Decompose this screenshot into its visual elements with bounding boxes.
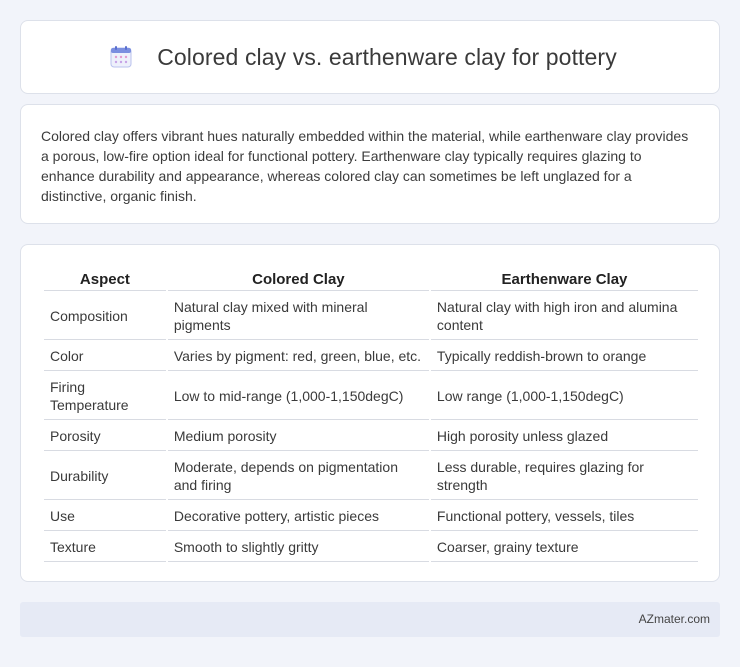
comparison-table: Aspect Colored Clay Earthenware Clay Com… [42, 265, 700, 564]
cell-earthenware-clay: High porosity unless glazed [430, 422, 698, 451]
cell-earthenware-clay: Typically reddish-brown to orange [430, 342, 698, 371]
header-aspect: Aspect [44, 267, 166, 291]
cell-aspect: Firing Temperature [44, 373, 166, 420]
cell-aspect: Composition [44, 293, 166, 340]
footer-brand: AZmater.com [638, 612, 710, 626]
cell-aspect: Durability [44, 453, 166, 500]
cell-earthenware-clay: Less durable, requires glazing for stren… [430, 453, 698, 500]
table-row: Texture Smooth to slightly gritty Coarse… [44, 533, 698, 562]
cell-colored-clay: Decorative pottery, artistic pieces [167, 502, 429, 531]
table-header-row: Aspect Colored Clay Earthenware Clay [44, 267, 698, 291]
page-title: Colored clay vs. earthenware clay for po… [157, 43, 617, 70]
cell-earthenware-clay: Coarser, grainy texture [430, 533, 698, 562]
intro-paragraph: Colored clay offers vibrant hues natural… [41, 128, 689, 204]
cell-colored-clay: Varies by pigment: red, green, blue, etc… [167, 342, 429, 371]
cell-colored-clay: Low to mid-range (1,000-1,150degC) [167, 373, 429, 420]
table-row: Composition Natural clay mixed with mine… [44, 293, 698, 340]
comparison-card: Aspect Colored Clay Earthenware Clay Com… [20, 244, 720, 582]
cell-colored-clay: Natural clay mixed with mineral pigments [167, 293, 429, 340]
cell-earthenware-clay: Low range (1,000-1,150degC) [430, 373, 698, 420]
cell-aspect: Texture [44, 533, 166, 562]
header-colored-clay: Colored Clay [167, 267, 429, 291]
intro-card: Colored clay offers vibrant hues natural… [20, 104, 720, 224]
cell-colored-clay: Moderate, depends on pigmentation and fi… [167, 453, 429, 500]
header-earthenware-clay: Earthenware Clay [430, 267, 698, 291]
table-row: Porosity Medium porosity High porosity u… [44, 422, 698, 451]
cell-aspect: Use [44, 502, 166, 531]
cell-colored-clay: Smooth to slightly gritty [167, 533, 429, 562]
table-row: Color Varies by pigment: red, green, blu… [44, 342, 698, 371]
calendar-icon [110, 46, 132, 68]
cell-aspect: Porosity [44, 422, 166, 451]
title-card: Colored clay vs. earthenware clay for po… [20, 20, 720, 94]
cell-earthenware-clay: Natural clay with high iron and alumina … [430, 293, 698, 340]
table-row: Use Decorative pottery, artistic pieces … [44, 502, 698, 531]
table-row: Firing Temperature Low to mid-range (1,0… [44, 373, 698, 420]
table-row: Durability Moderate, depends on pigmenta… [44, 453, 698, 500]
cell-aspect: Color [44, 342, 166, 371]
cell-earthenware-clay: Functional pottery, vessels, tiles [430, 502, 698, 531]
footer-bar: AZmater.com [20, 602, 720, 637]
cell-colored-clay: Medium porosity [167, 422, 429, 451]
